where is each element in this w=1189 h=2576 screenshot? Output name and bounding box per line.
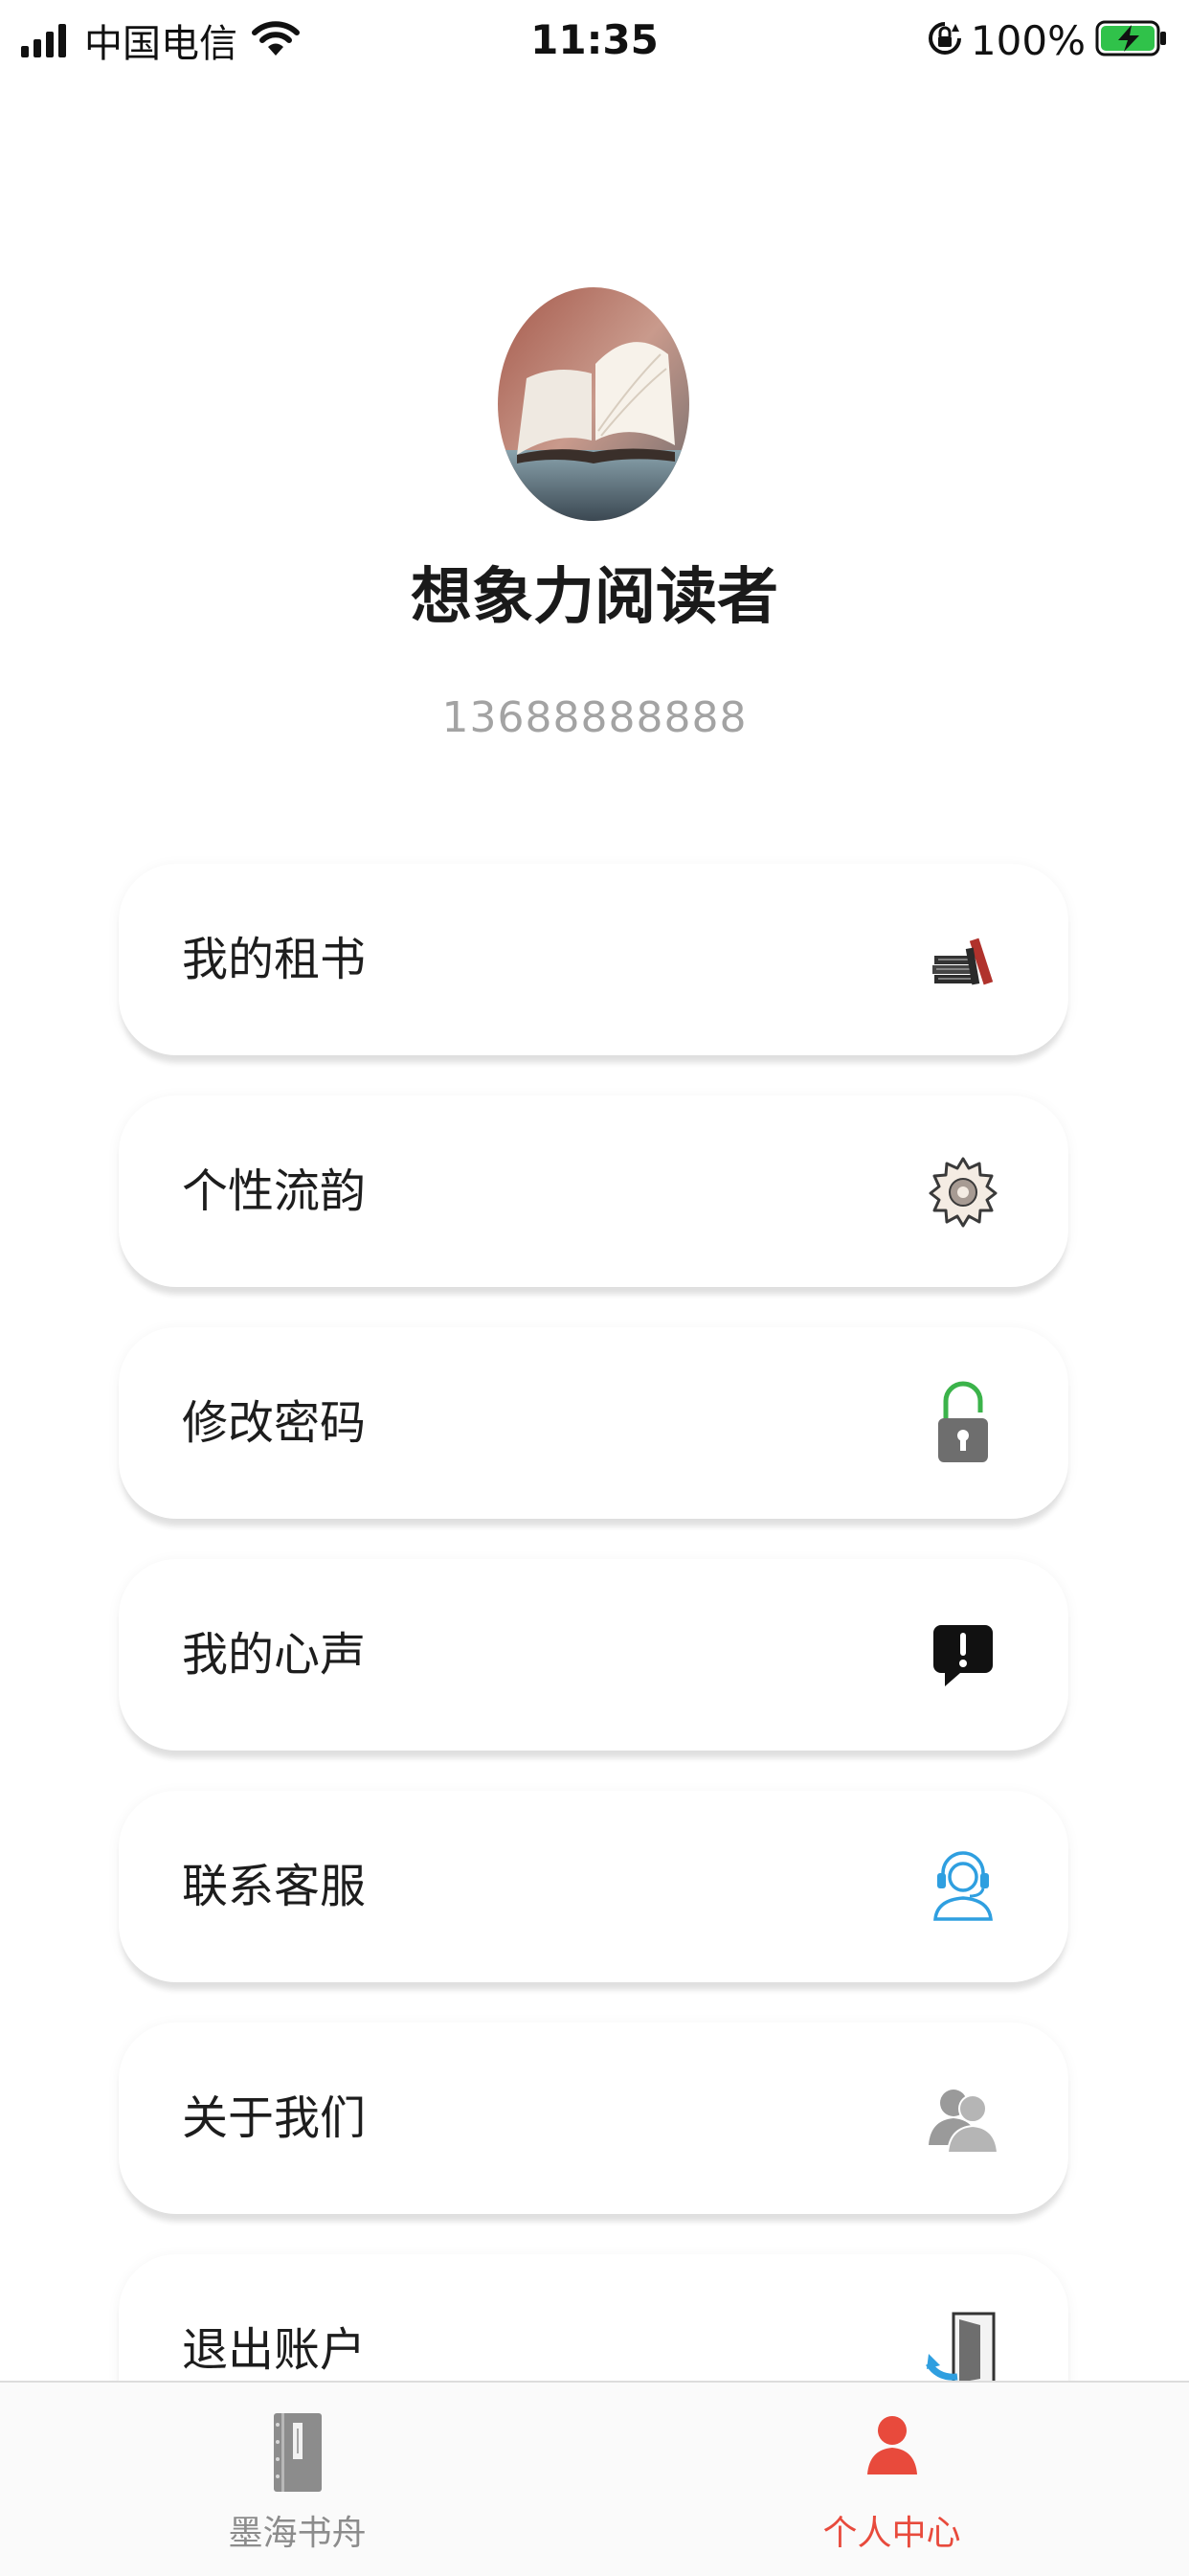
username: 想象力阅读者 bbox=[411, 562, 778, 633]
open-book-photo bbox=[498, 287, 689, 521]
menu-item-label: 联系客服 bbox=[182, 1860, 367, 1913]
feedback-icon bbox=[915, 1607, 1011, 1703]
menu-item-customer-service[interactable]: 联系客服 bbox=[119, 1791, 1068, 1982]
status-bar: 中国电信 11:35 100% bbox=[0, 0, 1189, 80]
battery-charging-icon bbox=[1095, 19, 1168, 61]
menu-item-about-us[interactable]: 关于我们 bbox=[119, 2022, 1068, 2214]
gear-icon bbox=[915, 1143, 1011, 1239]
tab-personal-center[interactable]: 个人中心 bbox=[594, 2383, 1189, 2576]
battery-percent: 100% bbox=[970, 16, 1086, 64]
orientation-lock-icon bbox=[927, 20, 963, 60]
phone-number: 13688888888 bbox=[441, 693, 748, 742]
customer-service-icon bbox=[915, 1839, 1011, 1934]
menu-item-personalization[interactable]: 个性流韵 bbox=[119, 1096, 1068, 1287]
unlock-icon bbox=[915, 1375, 1011, 1471]
menu-item-feedback[interactable]: 我的心声 bbox=[119, 1559, 1068, 1751]
status-right: 100% bbox=[927, 13, 1168, 67]
menu-item-label: 个性流韵 bbox=[182, 1164, 367, 1218]
menu-item-my-rentals[interactable]: 我的租书 bbox=[119, 864, 1068, 1055]
menu-item-label: 我的心声 bbox=[182, 1628, 367, 1682]
tab-bookshelf[interactable]: 墨海书舟 bbox=[0, 2383, 594, 2576]
books-icon bbox=[915, 912, 1011, 1007]
tab-label: 个人中心 bbox=[822, 2514, 961, 2553]
menu-item-label: 修改密码 bbox=[182, 1396, 367, 1450]
tab-label: 墨海书舟 bbox=[228, 2514, 367, 2553]
users-icon bbox=[915, 2070, 1011, 2166]
menu-item-label: 关于我们 bbox=[182, 2091, 367, 2145]
menu-item-change-password[interactable]: 修改密码 bbox=[119, 1327, 1068, 1519]
menu-item-label: 我的租书 bbox=[182, 933, 367, 986]
avatar[interactable] bbox=[498, 287, 689, 521]
user-icon bbox=[594, 2411, 1189, 2497]
tab-bar: 墨海书舟 个人中心 bbox=[0, 2381, 1189, 2576]
book-icon bbox=[0, 2411, 594, 2497]
